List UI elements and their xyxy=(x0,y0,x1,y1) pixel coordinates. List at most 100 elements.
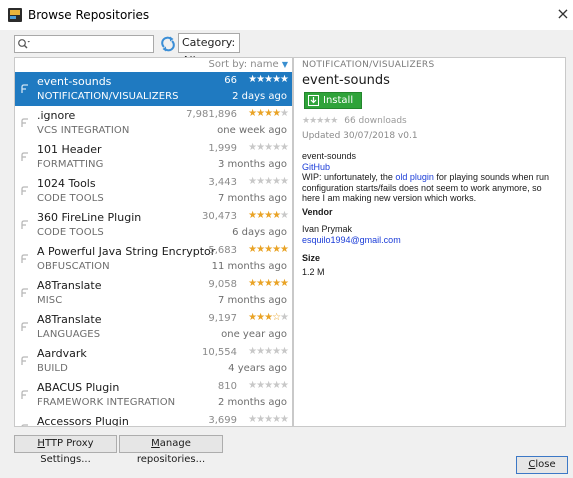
rating-stars-icon: ★★★★★ xyxy=(248,108,289,119)
desc-prefix: WIP: unfortunately, the xyxy=(302,172,396,182)
search-input[interactable] xyxy=(14,35,154,53)
title-bar: Browse Repositories × xyxy=(0,0,573,30)
rating-stars-icon: ★★★☆★ xyxy=(248,312,289,323)
detail-category: NOTIFICATION/VISUALIZERS xyxy=(302,60,435,70)
plugin-downloads: 66 xyxy=(224,75,237,86)
category-dropdown[interactable]: Category: All ⌵ xyxy=(178,33,240,67)
plugin-list-item[interactable]: .ignore VCS INTEGRATION 7,981,896 one week … xyxy=(15,106,292,140)
plugin-category: MISC xyxy=(37,295,63,306)
plugin-icon xyxy=(21,84,28,93)
plugin-name: .ignore xyxy=(37,109,76,122)
plugin-list-item[interactable]: 1024 Tools CODE TOOLS 3,443 7 months ago ★★★… xyxy=(15,174,292,208)
vendor-heading: Vendor xyxy=(302,207,333,217)
plugin-date: 4 years ago xyxy=(228,363,287,374)
plugin-list-item[interactable]: 101 Header FORMATTING 1,999 3 months ago ★★★… xyxy=(15,140,292,174)
plugin-category: OBFUSCATION xyxy=(37,261,110,272)
plugin-icon xyxy=(21,152,28,161)
plugin-date: 2 days ago xyxy=(232,91,287,102)
plugin-date: 7 months ago xyxy=(218,295,287,306)
search-icon[interactable] xyxy=(17,38,31,50)
plugin-name: A8Translate xyxy=(37,279,102,292)
repos-mnemonic: M xyxy=(151,438,160,449)
plugin-name: 101 Header xyxy=(37,143,102,156)
plugin-downloads: 7,981,896 xyxy=(186,109,237,120)
plugin-name: 360 FireLine Plugin xyxy=(37,211,142,224)
plugin-category: FRAMEWORK INTEGRATION xyxy=(37,397,176,408)
plugin-date: 7 months ago xyxy=(218,193,287,204)
install-button[interactable]: Install xyxy=(304,92,362,109)
plugin-icon xyxy=(21,254,28,263)
plugin-date: 6 days ago xyxy=(232,227,287,238)
plugin-name: Aardvark xyxy=(37,347,87,360)
manage-repositories-button[interactable]: Manage repositories... xyxy=(119,435,223,465)
detail-updated: Updated 30/07/2018 v0.1 xyxy=(302,131,418,141)
rating-stars-icon: ★★★★★ xyxy=(248,414,289,425)
window-title: Browse Repositories xyxy=(28,8,150,22)
rating-stars-icon: ★★★★★ xyxy=(248,346,289,357)
plugin-downloads: 10,554 xyxy=(202,347,237,358)
intellij-app-icon xyxy=(8,8,22,22)
rating-stars-icon: ★★★★★ xyxy=(248,176,289,187)
detail-plugin-name: event-sounds xyxy=(302,73,390,88)
plugin-downloads: 5,683 xyxy=(208,245,237,256)
sort-control[interactable]: Sort by: name ▼ xyxy=(15,58,292,71)
install-label: Install xyxy=(323,95,354,106)
size-value: 1.2 M xyxy=(302,267,325,277)
plugin-downloads: 3,443 xyxy=(208,177,237,188)
desc-title: event-sounds xyxy=(302,151,357,161)
plugin-name: A8Translate xyxy=(37,313,102,326)
close-label: lose xyxy=(535,459,556,470)
plugin-list[interactable]: Sort by: name ▼ event-sounds NOTIFICATION… xyxy=(14,57,293,427)
plugin-icon xyxy=(21,390,28,399)
plugin-date: one week ago xyxy=(217,125,287,136)
plugin-icon xyxy=(21,322,28,331)
sort-label: Sort by: name xyxy=(208,59,279,70)
plugin-list-item[interactable]: ABACUS Plugin FRAMEWORK INTEGRATION 810 2 m… xyxy=(15,378,292,412)
close-window-icon[interactable]: × xyxy=(555,4,571,24)
plugin-list-item[interactable]: A8Translate MISC 9,058 7 months ago ★★★★★ xyxy=(15,276,292,310)
plugin-category: FORMATTING xyxy=(37,159,104,170)
plugin-name: A Powerful Java String Encryptor xyxy=(37,245,216,258)
proxy-mnemonic: H xyxy=(37,438,45,449)
detail-description: event-sounds GitHub WIP: unfortunately, … xyxy=(302,151,562,204)
plugin-category: VCS INTEGRATION xyxy=(37,125,130,136)
size-heading: Size xyxy=(302,253,321,263)
old-plugin-link[interactable]: old plugin xyxy=(395,172,434,182)
plugin-list-item[interactable]: Accessors Plugin 3,699 ★★★★★ xyxy=(15,412,292,427)
detail-rating: ★★★★★ 66 downloads xyxy=(302,116,407,126)
refresh-icon[interactable] xyxy=(160,35,176,53)
dialog-content: Category: All ⌵ Sort by: name ▼ event-so… xyxy=(0,30,573,478)
plugin-category: LANGUAGES xyxy=(37,329,101,340)
plugin-downloads: 1,999 xyxy=(208,143,237,154)
repos-label: anage repositories... xyxy=(136,438,206,465)
plugin-category: CODE TOOLS xyxy=(37,227,104,238)
plugin-date: 11 months ago xyxy=(211,261,287,272)
plugin-downloads: 9,197 xyxy=(208,313,237,324)
plugin-list-item[interactable]: A Powerful Java String Encryptor OBFUSCAT… xyxy=(15,242,292,276)
plugin-icon xyxy=(21,424,28,426)
http-proxy-settings-button[interactable]: HTTP Proxy Settings... xyxy=(14,435,117,465)
rating-stars-icon: ★★★★★ xyxy=(302,116,338,126)
vendor-email-link[interactable]: esquilo1994@gmail.com xyxy=(302,235,401,246)
plugin-category: NOTIFICATION/VISUALIZERS xyxy=(37,91,179,102)
close-button[interactable]: Close xyxy=(516,456,568,474)
plugin-name: ABACUS Plugin xyxy=(37,381,120,394)
plugin-downloads: 3,699 xyxy=(208,415,237,426)
plugin-list-item[interactable]: Aardvark BUILD 10,554 4 years ago ★★★★★ xyxy=(15,344,292,378)
proxy-label: TTP Proxy Settings... xyxy=(40,438,94,465)
plugin-list-item[interactable]: A8Translate LANGUAGES 9,197 one year ago ★★★… xyxy=(15,310,292,344)
plugin-icon xyxy=(21,220,28,229)
plugin-icon xyxy=(21,118,28,127)
plugin-list-item[interactable]: 360 FireLine Plugin CODE TOOLS 30,473 6 day… xyxy=(15,208,292,242)
github-link[interactable]: GitHub xyxy=(302,162,562,173)
sort-arrow-icon: ▼ xyxy=(281,60,288,69)
plugin-category: BUILD xyxy=(37,363,68,374)
plugin-icon xyxy=(21,288,28,297)
rating-stars-icon: ★★★★★ xyxy=(248,278,289,289)
rating-stars-icon: ★★★★★ xyxy=(248,210,289,221)
vendor-email[interactable]: esquilo1994@gmail.com xyxy=(302,235,401,245)
plugin-icon xyxy=(21,186,28,195)
rating-stars-icon: ★★★★★ xyxy=(248,74,289,85)
plugin-list-item[interactable]: event-sounds NOTIFICATION/VISUALIZERS 66 2 … xyxy=(15,72,292,106)
plugin-name: Accessors Plugin xyxy=(37,415,129,427)
